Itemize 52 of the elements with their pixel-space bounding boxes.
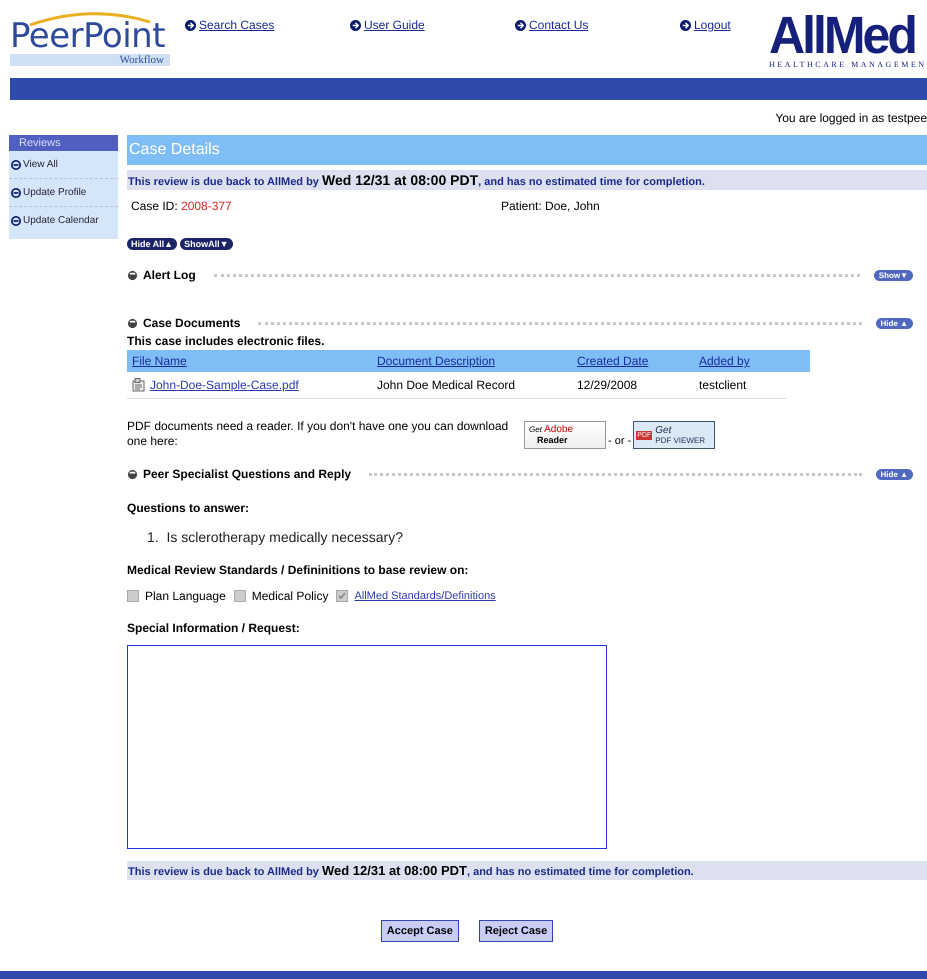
bullet-icon	[127, 270, 138, 280]
checkbox[interactable]	[234, 590, 246, 602]
column-header[interactable]: Added by	[699, 354, 750, 368]
section-title: Case Documents	[143, 316, 240, 330]
special-heading: Special Information / Request:	[127, 621, 301, 635]
section-toggle-button[interactable]: Hide ▲	[876, 318, 913, 328]
sidebar-item[interactable]: Update Profile	[9, 179, 118, 207]
page-title: Case Details	[127, 135, 927, 165]
login-status: You are logged in as testpee	[774, 110, 927, 127]
standards-link[interactable]: AllMed Standards/Definitions	[354, 590, 496, 602]
documents-intro: This case includes electronic files.	[127, 334, 326, 348]
nav-link[interactable]: User Guide	[350, 18, 515, 32]
toggle-button[interactable]: ShowAll▼	[180, 238, 232, 250]
patient-name: Patient: Doe, John	[501, 199, 600, 215]
bullet-icon	[127, 468, 138, 480]
checkbox-label: Medical Policy	[252, 589, 328, 603]
section-title: Peer Specialist Questions and Reply	[143, 467, 352, 481]
checkbox[interactable]	[127, 590, 139, 602]
question-text: 1. Is sclerotherapy medically necessary?	[147, 529, 404, 545]
document-icon	[132, 378, 146, 392]
reader-note: PDF documents need a reader. If you don't have one you can download one here:	[127, 419, 510, 449]
checkbox-label: Plan Language	[145, 589, 226, 603]
sidebar-item[interactable]: View All	[9, 151, 118, 179]
section-toggle-button[interactable]: Hide ▲	[876, 468, 913, 480]
separator-text: - or -	[608, 435, 632, 449]
bullet-icon	[127, 318, 138, 328]
sidebar-title: Reviews	[9, 135, 118, 151]
toggle-button[interactable]: Hide All▲	[127, 238, 178, 250]
nav-link[interactable]: Search Cases	[185, 18, 350, 32]
column-header[interactable]: Document Description	[377, 354, 496, 368]
table-cell: 12/29/2008	[577, 378, 638, 392]
allmed-logo: AllMed HEALTHCARE MANAGEMEN	[769, 10, 927, 69]
section-toggle-button[interactable]: Show▼	[874, 270, 913, 280]
standards-heading: Medical Review Standards / Defininitions to base review on:	[127, 563, 470, 577]
due-banner: This review is due back to AllMed by Wed 12/31 at 08:00 PDT, and has no estimated time for completion.	[127, 861, 927, 880]
nav-link[interactable]: Logout	[680, 18, 731, 32]
checkbox[interactable]	[336, 590, 348, 602]
action-button[interactable]: Accept Case	[380, 920, 459, 942]
action-button[interactable]: Reject Case	[478, 920, 554, 942]
table-cell: John Doe Medical Record	[377, 378, 516, 392]
table-cell: testclient	[699, 378, 746, 392]
questions-heading: Questions to answer:	[127, 501, 250, 515]
nav-link[interactable]: Contact Us	[515, 18, 680, 32]
due-banner: This review is due back to AllMed by Wed 12/31 at 08:00 PDT, and has no estimated time for completion.	[127, 170, 927, 190]
column-header[interactable]: File Name	[132, 354, 187, 368]
peerpoint-logo: PeerPoint Workflow	[10, 12, 175, 66]
get-reader-button[interactable]: Get Adobe Reader	[524, 421, 606, 449]
section-title: Alert Log	[143, 268, 196, 282]
column-header[interactable]: Created Date	[577, 354, 648, 368]
file-link[interactable]: John-Doe-Sample-Case.pdf	[150, 378, 299, 392]
case-id: Case ID: 2008-377	[131, 199, 233, 215]
sidebar-item[interactable]: Update Calendar	[9, 207, 118, 234]
